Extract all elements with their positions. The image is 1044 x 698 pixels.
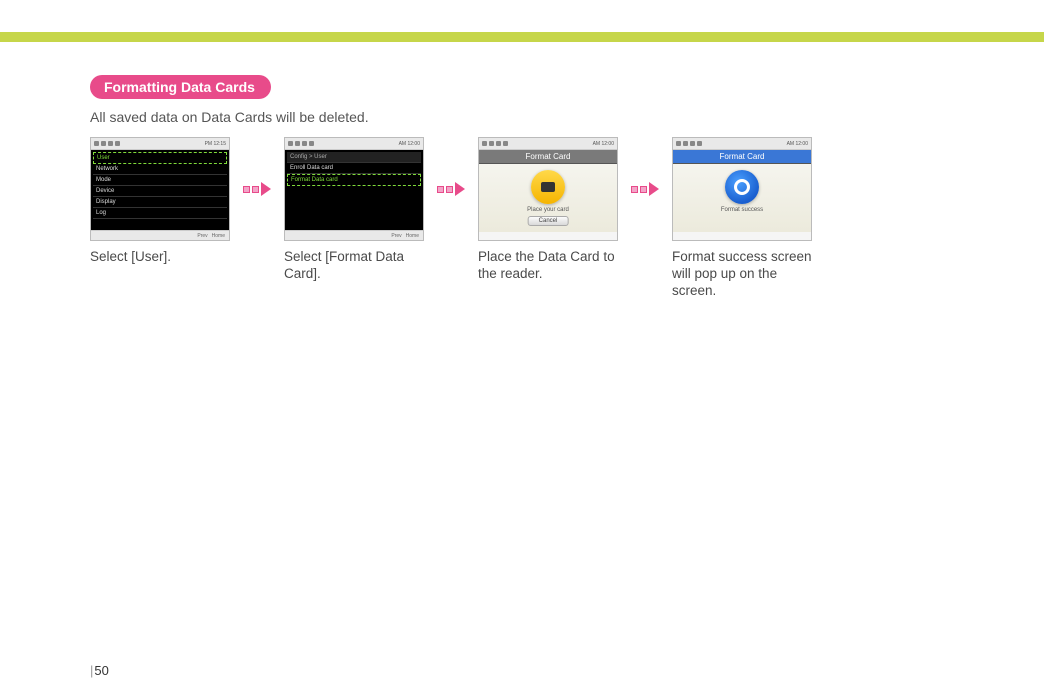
menu-item-log: Log [93, 208, 227, 219]
card-body: Format Card Format success [673, 150, 811, 232]
card-text: Format success [673, 207, 811, 213]
arrow-icon [437, 182, 465, 196]
menu-header: Config > User [287, 152, 421, 163]
divider-bar [0, 32, 1044, 42]
arrow-icon [631, 182, 659, 196]
status-bar: AM 12:00 [673, 138, 811, 150]
status-bar: PM 12:15 [91, 138, 229, 150]
step-2-thumbnail: AM 12:00 Config > User Enroll Data card … [284, 137, 424, 241]
menu-item-user: User [93, 152, 227, 164]
menu-body: User Network Mode Device Display Log [91, 150, 229, 232]
card-text: Place your card [479, 207, 617, 213]
menu-item-display: Display [93, 197, 227, 208]
success-icon [725, 170, 759, 204]
step-4-thumbnail: AM 12:00 Format Card Format success [672, 137, 812, 241]
card-icon [531, 170, 565, 204]
footer-prev: Prev [197, 233, 207, 239]
step-1-caption: Select [User]. [90, 249, 230, 266]
footer-home: Home [212, 233, 225, 239]
arrow-icon [243, 182, 271, 196]
cancel-button: Cancel [528, 216, 569, 226]
step-1-thumbnail: PM 12:15 User Network Mode Device Displa… [90, 137, 230, 241]
step-3-thumbnail: AM 12:00 Format Card Place your card Can… [478, 137, 618, 241]
menu-item-format: Format Data card [287, 174, 421, 186]
arrow-3 [628, 137, 662, 241]
step-1: PM 12:15 User Network Mode Device Displa… [90, 137, 230, 266]
arrow-2 [434, 137, 468, 241]
footer-prev: Prev [391, 233, 401, 239]
menu-item-network: Network [93, 164, 227, 175]
card-body: Format Card Place your card Cancel [479, 150, 617, 232]
page-number: |50 [90, 663, 109, 678]
status-time: AM 12:00 [593, 141, 614, 147]
step-4: AM 12:00 Format Card Format success Form… [672, 137, 812, 300]
bottom-bar: Prev Home [91, 230, 229, 240]
page-number-bar: | [90, 663, 93, 678]
card-title: Format Card [673, 150, 811, 164]
section-description: All saved data on Data Cards will be del… [90, 109, 1004, 125]
menu-item-enroll: Enroll Data card [287, 163, 421, 174]
steps-row: PM 12:15 User Network Mode Device Displa… [90, 137, 1004, 300]
status-time: AM 12:00 [399, 141, 420, 147]
step-2: AM 12:00 Config > User Enroll Data card … [284, 137, 424, 283]
status-bar: AM 12:00 [479, 138, 617, 150]
status-time: PM 12:15 [205, 141, 226, 147]
menu-body: Config > User Enroll Data card Format Da… [285, 150, 423, 232]
step-3: AM 12:00 Format Card Place your card Can… [478, 137, 618, 283]
step-4-caption: Format success screen will pop up on the… [672, 249, 812, 300]
step-3-caption: Place the Data Card to the reader. [478, 249, 618, 283]
footer-home: Home [406, 233, 419, 239]
page-number-value: 50 [94, 663, 108, 678]
step-2-caption: Select [Format Data Card]. [284, 249, 424, 283]
menu-item-device: Device [93, 186, 227, 197]
page-content: Formatting Data Cards All saved data on … [90, 75, 1004, 300]
card-title: Format Card [479, 150, 617, 164]
status-time: AM 12:00 [787, 141, 808, 147]
arrow-1 [240, 137, 274, 241]
status-bar: AM 12:00 [285, 138, 423, 150]
bottom-bar: Prev Home [285, 230, 423, 240]
menu-item-mode: Mode [93, 175, 227, 186]
section-title-badge: Formatting Data Cards [90, 75, 271, 99]
